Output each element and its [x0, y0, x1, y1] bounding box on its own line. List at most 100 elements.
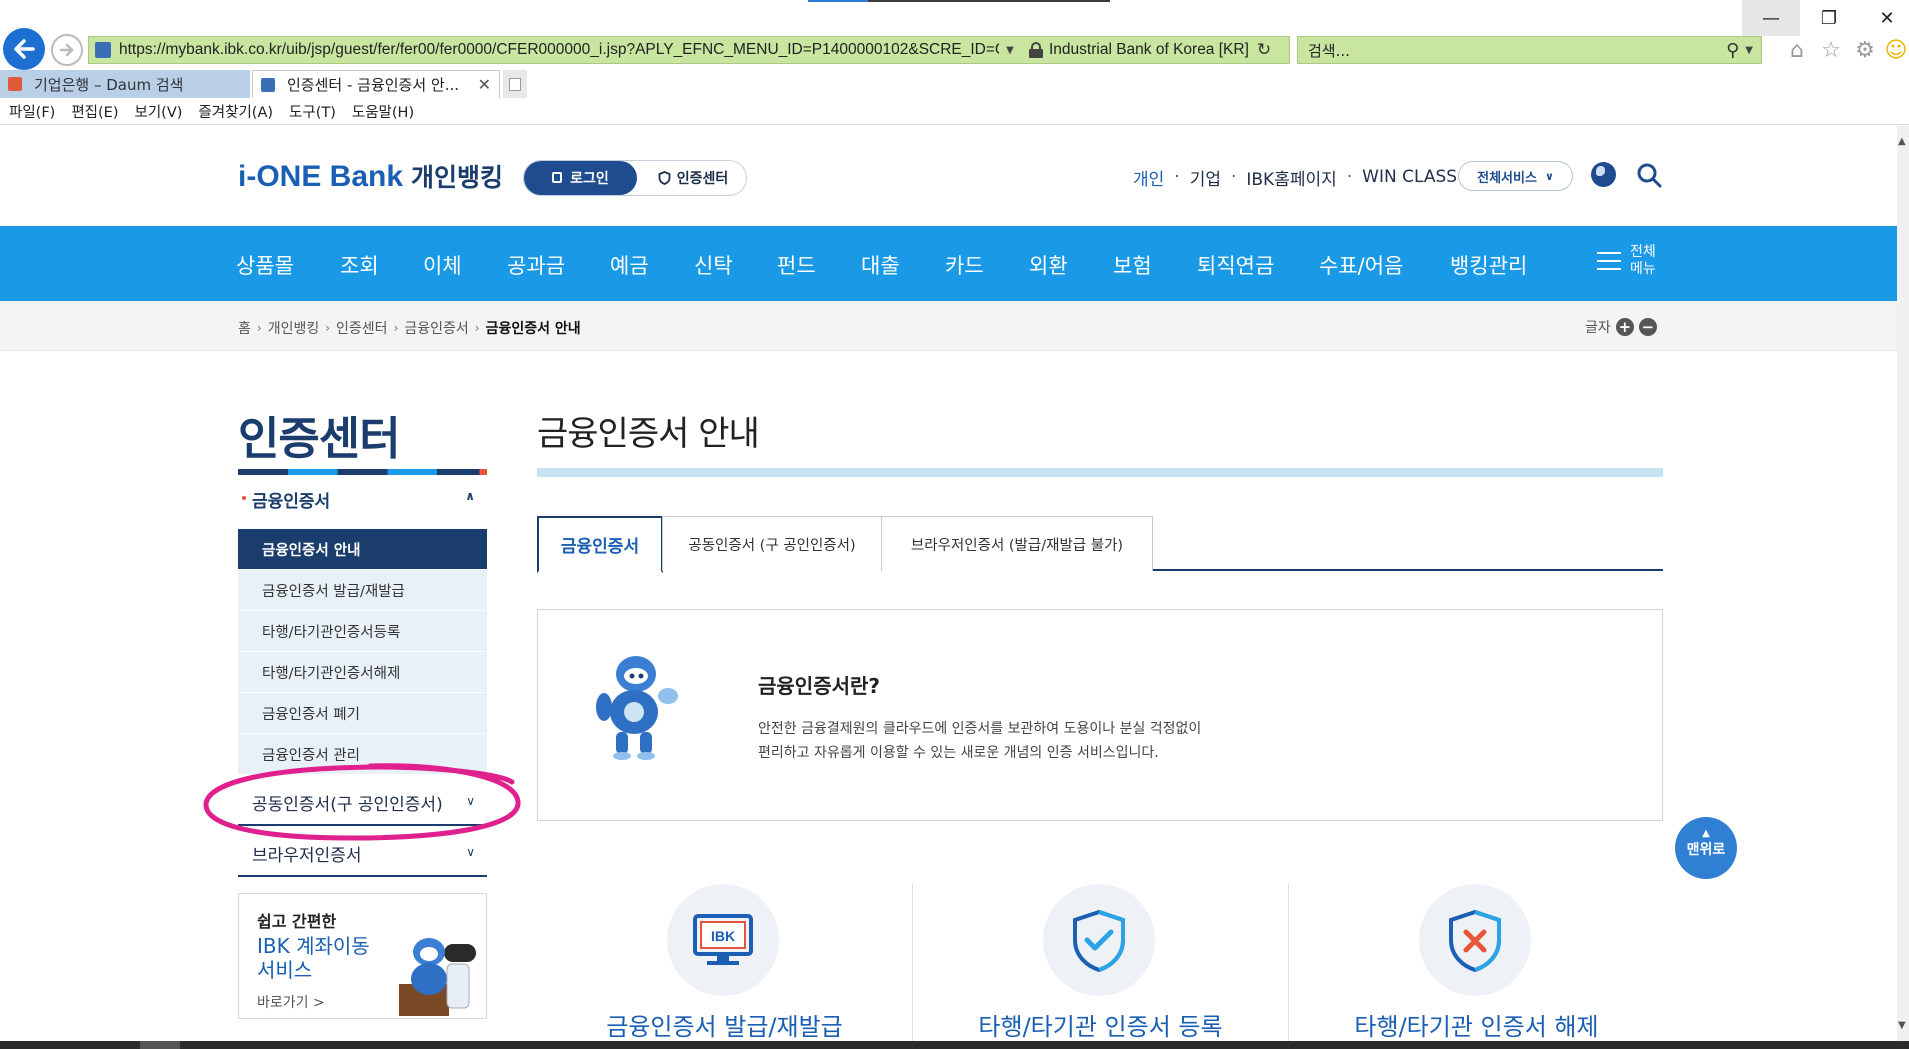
- topnav-separator: ·: [1230, 167, 1237, 187]
- browser-chrome: — ❐ ✕ https://mybank.ibk.co.kr/uib/jsp/g…: [0, 0, 1909, 126]
- all-menu-line1: 전체: [1630, 244, 1656, 260]
- gnb-item-banking-mgmt[interactable]: 뱅킹관리: [1450, 250, 1527, 280]
- breadcrumb-cert-center[interactable]: 인증센터: [336, 318, 388, 338]
- url-text[interactable]: https://mybank.ibk.co.kr/uib/jsp/guest/f…: [119, 41, 999, 59]
- browser-search-input[interactable]: 검색...: [1308, 40, 1726, 61]
- ibk-favicon-icon: [261, 77, 275, 92]
- gnb-item-utility-bills[interactable]: 공과금: [507, 250, 565, 280]
- search-icon[interactable]: ⚲: [1726, 40, 1739, 61]
- tab-cert-center[interactable]: 인증센터 - 금융인증서 안... ✕: [252, 70, 500, 98]
- shield-x-icon: [1419, 884, 1531, 996]
- menu-favorites[interactable]: 즐겨찾기(A): [198, 101, 273, 122]
- topnav-ibk-homepage[interactable]: IBK홈페이지: [1246, 165, 1336, 190]
- breadcrumb-home[interactable]: 홈: [238, 318, 251, 338]
- topnav-personal[interactable]: 개인: [1133, 165, 1164, 190]
- topnav-separator: ·: [1174, 167, 1180, 187]
- font-size-control: 글자 + −: [1585, 317, 1657, 337]
- search-dropdown-icon[interactable]: ▼: [1745, 45, 1753, 56]
- font-decrease-icon[interactable]: −: [1638, 318, 1657, 336]
- breadcrumb-fin-cert[interactable]: 금융인증서: [404, 318, 468, 338]
- cert-center-button[interactable]: 인증센터: [640, 161, 746, 195]
- gnb-item-loans[interactable]: 대출: [861, 250, 900, 280]
- forward-button[interactable]: [51, 34, 83, 66]
- url-dropdown-icon[interactable]: ▼: [999, 45, 1021, 56]
- service-label: 금융인증서 발급/재발급: [606, 1013, 843, 1041]
- settings-gear-icon[interactable]: ⚙: [1852, 36, 1878, 64]
- gnb-item-pension[interactable]: 퇴직연금: [1197, 250, 1274, 280]
- menu-view[interactable]: 보기(V): [135, 101, 183, 122]
- gnb-item-cards[interactable]: 카드: [945, 250, 984, 280]
- menu-edit[interactable]: 편집(E): [71, 101, 118, 122]
- topnav-win-class[interactable]: WIN CLASS: [1362, 167, 1457, 187]
- gnb-item-transfer[interactable]: 이체: [423, 250, 462, 280]
- service-label: 타행/타기관 인증서 해제: [1354, 1013, 1599, 1041]
- chevron-right-icon: ›: [474, 321, 480, 335]
- info-description-line1: 안전한 금융결제원의 클라우드에 인증서를 보관하여 도용이나 분실 걱정없이: [758, 721, 1202, 737]
- site-logo[interactable]: i-ONE Bank 개인뱅킹: [238, 158, 503, 194]
- chevron-right-icon: ›: [325, 321, 331, 335]
- close-tab-icon[interactable]: ✕: [478, 75, 491, 94]
- close-window-button[interactable]: ✕: [1858, 0, 1909, 36]
- chevron-up-icon: ∧: [465, 489, 475, 503]
- tab-daum-search[interactable]: 기업은행 – Daum 검색: [0, 70, 250, 98]
- scroll-to-top-button[interactable]: ▲ 맨위로: [1675, 817, 1737, 879]
- menu-file[interactable]: 파일(F): [9, 101, 55, 122]
- refresh-icon[interactable]: ↻: [1257, 40, 1271, 60]
- gnb-item-forex[interactable]: 외환: [1029, 250, 1068, 280]
- back-button[interactable]: [3, 28, 45, 70]
- tab-browser-cert[interactable]: 브라우저인증서 (발급/재발급 불가): [881, 516, 1153, 571]
- all-services-button[interactable]: 전체서비스 ∨: [1458, 161, 1573, 191]
- menu-help[interactable]: 도움말(H): [352, 101, 414, 122]
- tab-joint-cert[interactable]: 공동인증서 (구 공인인증서): [662, 516, 882, 571]
- sidebar-item-fin-cert-guide[interactable]: 금융인증서 안내: [238, 529, 487, 570]
- service-other-bank-unregister[interactable]: 타행/타기관 인증서 해제: [1289, 884, 1664, 1041]
- all-menu-button[interactable]: 전체 메뉴: [1630, 244, 1656, 278]
- top-nav: 개인 · 기업 · IBK홈페이지 · WIN CLASS: [1133, 164, 1457, 190]
- tab-fin-cert[interactable]: 금융인증서: [537, 516, 663, 573]
- search-icon[interactable]: [1636, 162, 1664, 190]
- svg-text:IBK: IBK: [711, 928, 735, 944]
- sidebar-item-other-bank-unregister[interactable]: 타행/타기관인증서해제: [238, 652, 487, 693]
- gnb-item-trust[interactable]: 신탁: [694, 250, 733, 280]
- scroll-down-icon[interactable]: ▼: [1898, 1020, 1906, 1031]
- menu-tools[interactable]: 도구(T): [289, 101, 336, 122]
- vertical-scrollbar[interactable]: ▲ ▼: [1897, 126, 1909, 1041]
- breadcrumb-personal[interactable]: 개인뱅킹: [268, 318, 320, 338]
- logo-sub: 개인뱅킹: [411, 163, 504, 192]
- gnb-item-funds[interactable]: 펀드: [777, 250, 816, 280]
- gnb-item-deposits[interactable]: 예금: [610, 250, 649, 280]
- home-icon[interactable]: ⌂: [1784, 36, 1810, 64]
- minimize-button[interactable]: —: [1742, 0, 1800, 36]
- sidebar-group-fin-cert[interactable]: 금융인증서 ∧: [238, 487, 487, 531]
- sidebar-item-cert-revoke[interactable]: 금융인증서 폐기: [238, 693, 487, 734]
- new-tab-button[interactable]: [503, 70, 527, 98]
- address-bar[interactable]: https://mybank.ibk.co.kr/uib/jsp/guest/f…: [88, 36, 1290, 64]
- font-increase-icon[interactable]: +: [1615, 318, 1634, 336]
- lock-icon[interactable]: [1029, 42, 1043, 58]
- highlight-annotation: [203, 763, 521, 841]
- favorites-star-icon[interactable]: ☆: [1818, 36, 1844, 64]
- gnb-item-inquiry[interactable]: 조회: [340, 250, 379, 280]
- tab-label: 기업은행 – Daum 검색: [34, 75, 184, 94]
- topnav-corporate[interactable]: 기업: [1190, 165, 1221, 190]
- gnb-item-insurance[interactable]: 보험: [1113, 250, 1152, 280]
- sidebar-item-issue-reissue[interactable]: 금융인증서 발급/재발급: [238, 570, 487, 611]
- account-transfer-banner[interactable]: 쉽고 간편한 IBK 계좌이동 서비스 바로가기 >: [238, 893, 487, 1019]
- banner-link[interactable]: 바로가기 >: [257, 992, 325, 1012]
- restore-button[interactable]: ❐: [1800, 0, 1858, 36]
- sidebar-item-other-bank-register[interactable]: 타행/타기관인증서등록: [238, 611, 487, 652]
- service-issue-reissue[interactable]: IBK 금융인증서 발급/재발급: [537, 884, 912, 1041]
- banner-line1: 쉽고 간편한: [257, 912, 337, 931]
- login-button[interactable]: 로그인: [524, 161, 637, 195]
- service-other-bank-register[interactable]: 타행/타기관 인증서 등록: [913, 884, 1288, 1041]
- globe-icon[interactable]: [1591, 162, 1616, 187]
- cert-type-tabs: 금융인증서 공동인증서 (구 공인인증서) 브라우저인증서 (발급/재발급 불가…: [537, 516, 1663, 573]
- gnb-item-checks-bills[interactable]: 수표/어음: [1319, 250, 1403, 280]
- gnb-item-products[interactable]: 상품몰: [236, 250, 294, 280]
- certificate-label[interactable]: Industrial Bank of Korea [KR]: [1049, 41, 1249, 59]
- browser-search-box[interactable]: 검색... ⚲ ▼: [1297, 36, 1762, 64]
- chevron-down-icon: ∨: [466, 845, 475, 859]
- hamburger-menu-icon[interactable]: [1597, 252, 1621, 274]
- scroll-up-icon[interactable]: ▲: [1898, 136, 1906, 147]
- smiley-feedback-icon[interactable]: ☺: [1883, 36, 1909, 64]
